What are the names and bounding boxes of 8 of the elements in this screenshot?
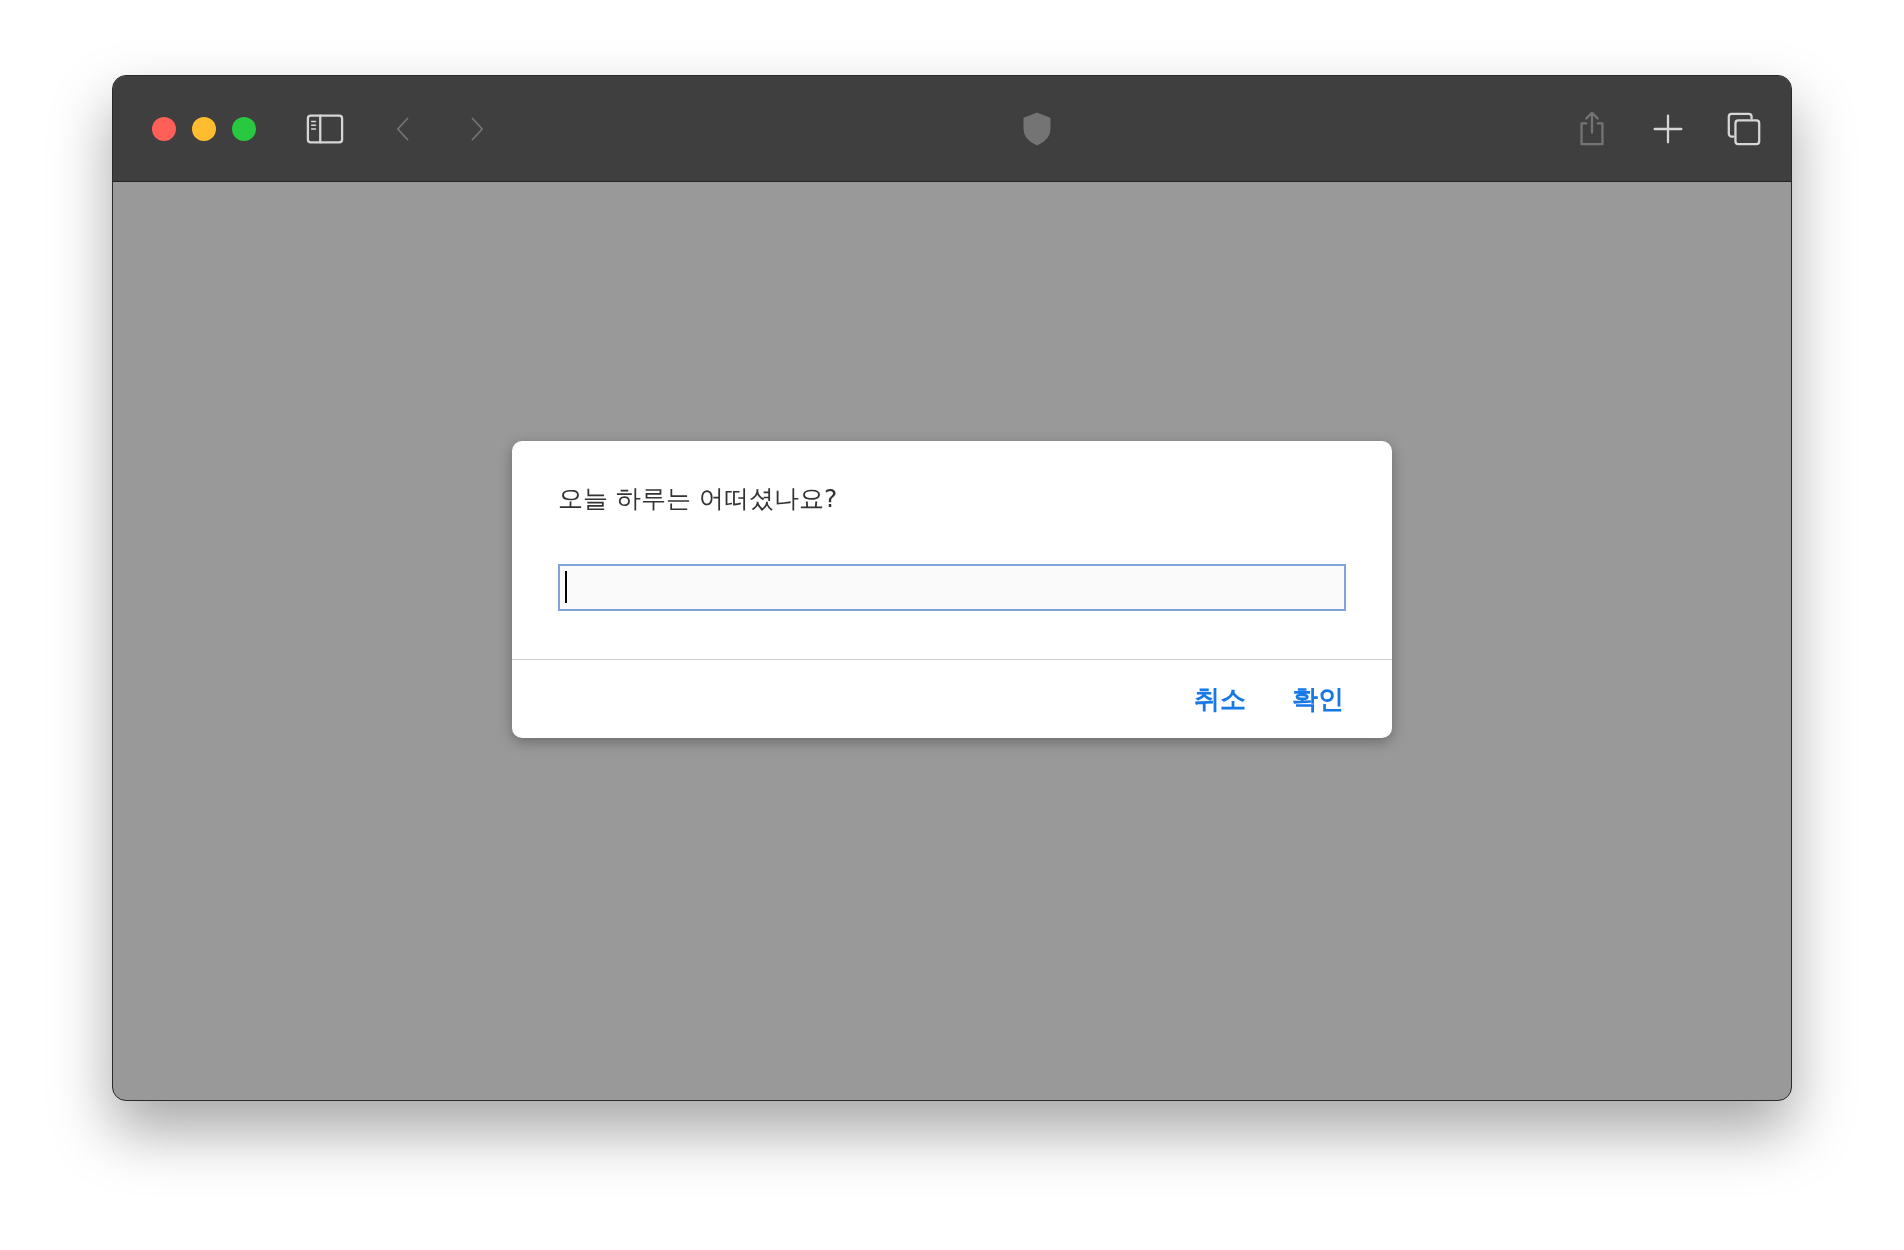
confirm-button[interactable]: 확인 — [1284, 677, 1352, 721]
prompt-message: 오늘 하루는 어떠셨나요? — [558, 483, 839, 515]
zoom-button[interactable] — [232, 116, 256, 141]
close-button[interactable] — [152, 116, 176, 141]
minimize-button[interactable] — [192, 116, 216, 141]
cancel-button[interactable]: 취소 — [1186, 677, 1254, 721]
text-caret — [565, 571, 567, 603]
text-input-field[interactable] — [558, 563, 1346, 611]
